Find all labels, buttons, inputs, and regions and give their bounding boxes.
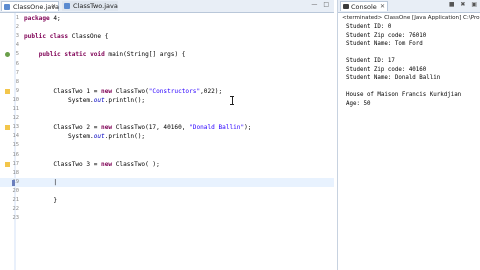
code-line[interactable]: 21 } [0,196,334,205]
code-text[interactable]: package 4; [24,14,61,23]
code-line[interactable]: 3 public class ClassOne { [0,32,334,41]
code-line[interactable]: 5 public static void main(String[] args)… [0,50,334,59]
java-file-icon [64,3,70,9]
line-number: 20 [12,187,20,194]
console-line: House of Maison Francis Kurkdjian [346,92,462,99]
code-line[interactable]: 14 System.out.println(); [0,132,334,141]
code-line[interactable]: 23 [0,214,334,223]
line-number: 16 [12,151,20,158]
code-line[interactable]: 22 [0,205,334,214]
line-number: 15 [12,142,20,149]
code-text[interactable]: System.out.println(); [24,96,145,105]
console-line: Student Zip code: 76010 [346,32,427,39]
line-number: 4 [15,42,19,49]
console-line: Student Zip code: 40160 [346,66,427,73]
warning-marker-icon[interactable] [5,88,10,94]
line-number: 23 [12,215,20,222]
warning-marker-icon[interactable] [5,161,10,167]
line-number: 7 [15,69,19,76]
tab-classone[interactable]: ClassOne.java ✕ [1,1,59,11]
code-line[interactable]: 13 ClassTwo 2 = new ClassTwo(17, 40160, … [0,123,334,132]
line-number: 3 [15,33,19,40]
console-line: Age: 50 [346,100,371,107]
code-line[interactable]: 7 [0,69,334,78]
code-line[interactable]: 20 [0,187,334,196]
code-line[interactable]: 4 [0,41,334,50]
console-line: Student Name: Donald Ballin [346,75,441,82]
code-line[interactable]: 1 package 4; [0,14,334,23]
code-line[interactable]: 12 [0,114,334,123]
console-icon [343,4,349,9]
tab-console[interactable]: Console ✕ [340,1,388,11]
line-number: 2 [15,24,19,31]
line-number: 18 [12,169,20,176]
code-line[interactable]: 18 [0,169,334,178]
code-text[interactable]: public static void main(String[] args) { [24,50,186,59]
line-number: 22 [12,206,20,213]
console-view[interactable]: Console ✕ ■ ✖ ▣ <terminated> ClassOne [J… [337,0,480,270]
code-line[interactable]: 15 [0,141,334,150]
code-line[interactable]: 17 ClassTwo 3 = new ClassTwo( ); [0,160,334,169]
code-text[interactable]: ClassTwo 2 = new ClassTwo(17, 40160, "Do… [24,123,251,132]
line-number: 1 [15,15,19,21]
warning-marker-icon[interactable] [5,125,10,131]
console-status: <terminated> ClassOne [Java Application]… [342,15,480,21]
close-icon[interactable]: ✕ [380,2,385,12]
code-line[interactable]: 11 [0,105,334,114]
code-text[interactable]: System.out.println(); [24,132,145,141]
console-line: Student Name: Tom Ford [346,41,423,48]
editor-window-buttons[interactable]: — □ [311,1,331,8]
code-editor[interactable]: ClassOne.java ✕ ClassTwo.java — □ 1 packa… [0,0,334,270]
code-text[interactable]: | [24,178,57,187]
tab-console-label: Console [351,3,377,11]
editor-tab-bar: ClassOne.java ✕ ClassTwo.java — □ [0,0,334,13]
line-number: 11 [12,106,20,112]
code-line[interactable]: 6 [0,60,334,69]
tab-classtwo[interactable]: ClassTwo.java [62,1,118,11]
code-text[interactable]: ClassTwo 3 = new ClassTwo( ); [24,160,159,169]
line-number: 6 [15,60,19,67]
close-icon[interactable]: ✕ [51,2,56,12]
console-line: Student ID: 0 [346,24,392,30]
code-line[interactable]: 16 [0,151,334,160]
console-toolbar-buttons[interactable]: ■ ✖ ▣ [449,1,479,8]
code-line[interactable]: 9 ClassTwo 1 = new ClassTwo("Constructor… [0,87,334,96]
code-line[interactable]: 2 [0,23,334,32]
java-file-icon [4,4,10,10]
tab-classtwo-label: ClassTwo.java [73,2,118,10]
line-number: 10 [12,96,20,103]
line-number: 8 [15,78,19,85]
code-line[interactable]: 19 | [0,177,334,187]
line-number: 14 [12,133,20,140]
code-text[interactable]: } [24,196,57,205]
line-number: 21 [12,197,20,203]
code-line[interactable]: 8 [0,78,334,87]
current-line-marker-icon[interactable] [12,179,15,186]
line-number: 12 [12,115,20,122]
code-line[interactable]: 10 System.out.println(); [0,96,334,105]
line-number: 19 [12,178,20,185]
console-tab-bar: Console ✕ ■ ✖ ▣ [338,0,480,13]
code-text[interactable]: ClassTwo 1 = new ClassTwo("Constructors"… [24,87,222,96]
mouse-ibeam-cursor [230,96,234,105]
console-line: Student ID: 17 [346,58,395,65]
code-text[interactable]: public class ClassOne { [24,32,108,41]
